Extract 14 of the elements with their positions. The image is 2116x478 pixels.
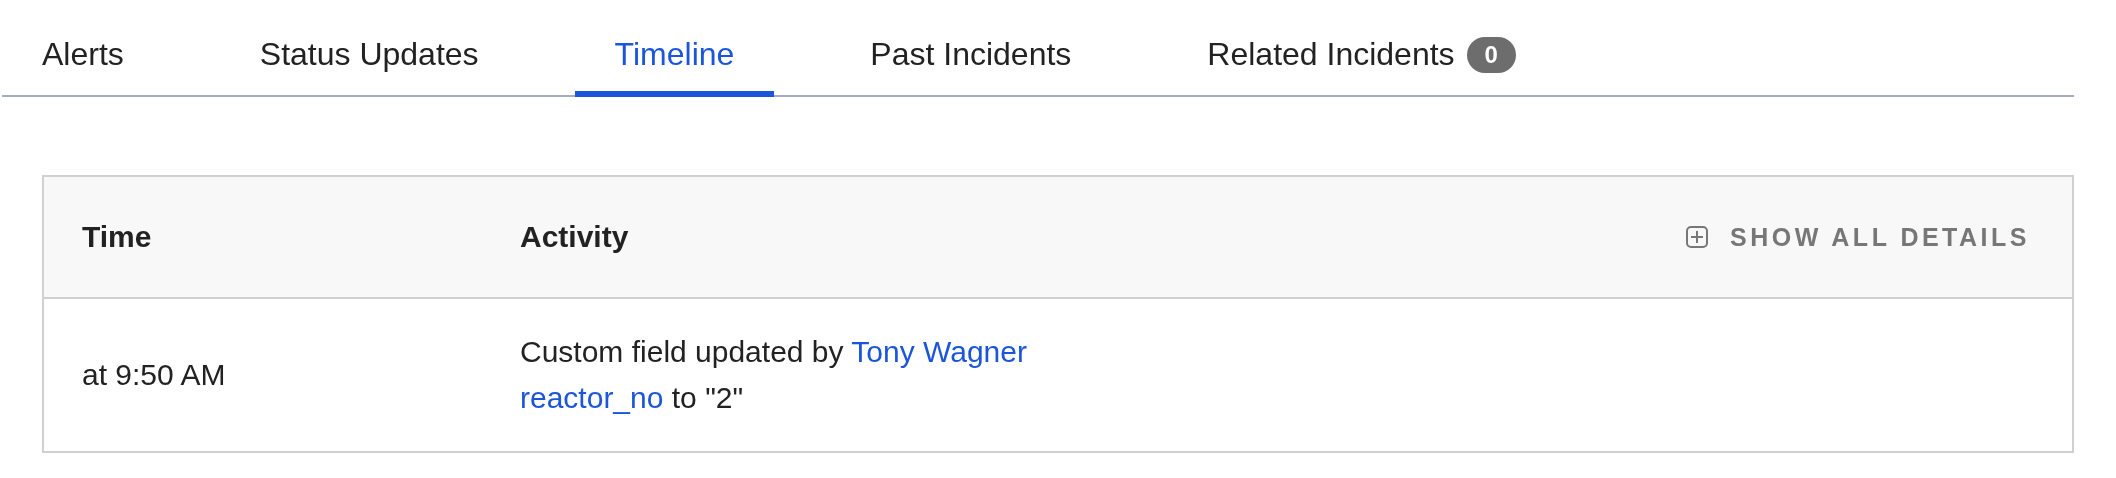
user-link[interactable]: Tony Wagner xyxy=(851,335,1027,368)
column-header: Time xyxy=(81,220,153,254)
activity-text: Custom field updated by Tony Wagner reactor_no to "2" xyxy=(520,334,1028,416)
tab[interactable]: Alerts xyxy=(2,22,164,97)
show-all-details-button[interactable]: SHOW ALL DETAILS xyxy=(1680,221,2036,253)
tab[interactable]: Status Updates xyxy=(219,22,519,97)
tab[interactable]: Timeline xyxy=(574,22,775,97)
column-header: Activity xyxy=(520,220,630,254)
plus-square-icon xyxy=(1686,226,1708,248)
count-badge: 0 xyxy=(1466,36,1516,73)
time-cell-text: at 9:50 AM xyxy=(81,358,227,392)
tab[interactable]: Related Incidents 0 xyxy=(1167,22,1556,97)
field-link[interactable]: reactor_no xyxy=(520,381,664,414)
tab[interactable]: Past Incidents xyxy=(830,22,1112,97)
